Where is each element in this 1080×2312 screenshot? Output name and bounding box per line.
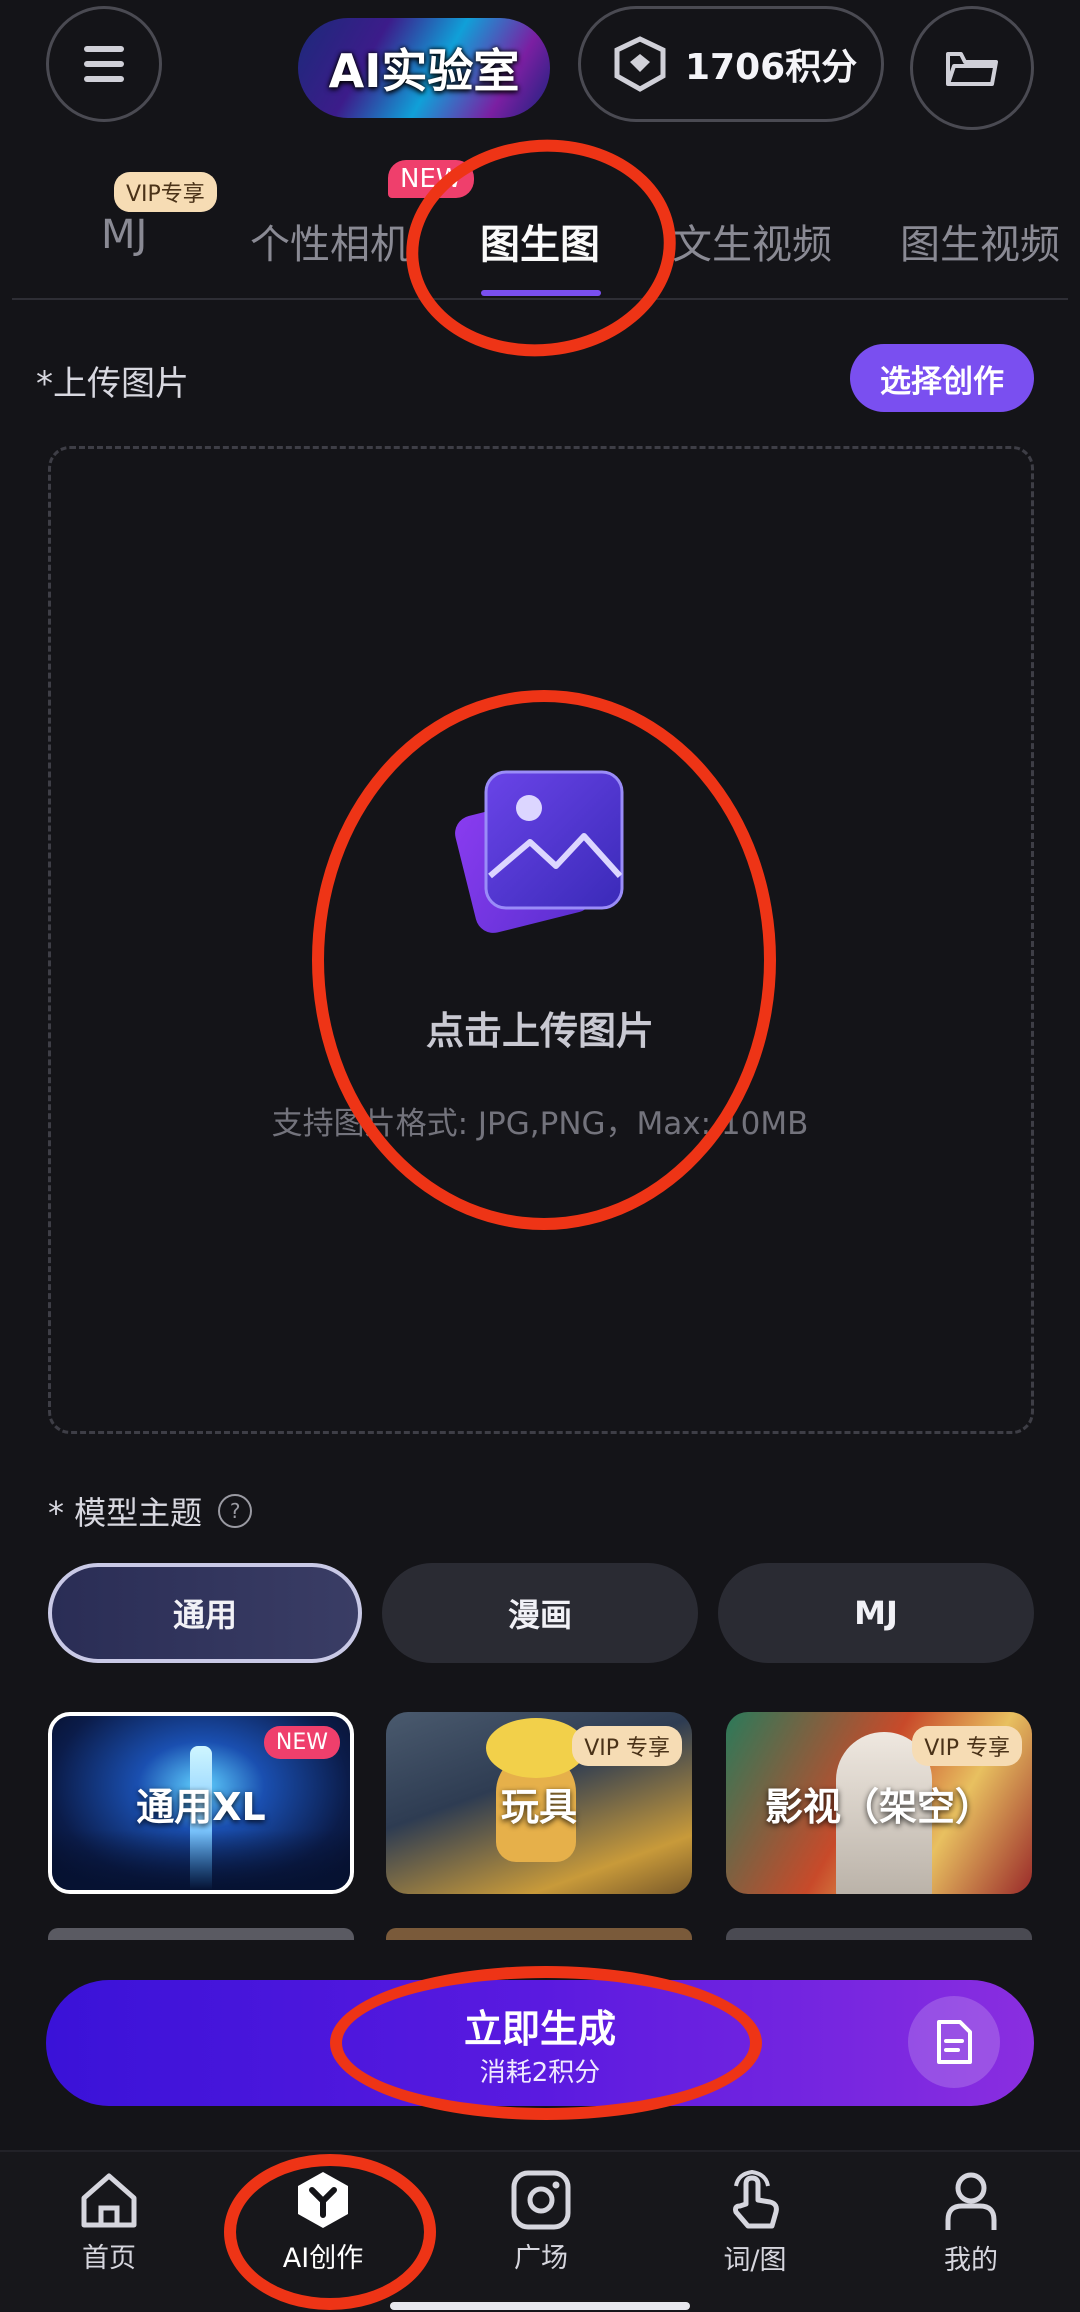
new-badge: NEW	[263, 1726, 340, 1759]
menu-button[interactable]	[46, 6, 162, 122]
generate-button[interactable]: 立即生成 消耗2积分	[46, 1980, 1034, 2106]
nav-home[interactable]: 首页	[34, 2170, 184, 2275]
theme-option-mj[interactable]: MJ	[718, 1563, 1034, 1663]
model-theme-label: * 模型主题 ?	[48, 1488, 253, 1534]
tab-mj[interactable]: MJ	[101, 212, 147, 258]
model-card-toy[interactable]: 玩具 VIP 专享	[386, 1712, 692, 1894]
points-shield-icon	[614, 36, 666, 92]
tab-divider	[12, 298, 1068, 300]
home-indicator	[390, 2302, 690, 2310]
touch-icon	[733, 2170, 779, 2229]
folder-button[interactable]	[910, 6, 1034, 130]
upload-section-label: *上传图片	[36, 364, 189, 404]
task-list-button[interactable]	[908, 1996, 1000, 2088]
nav-word-image-label: 词/图	[723, 2245, 787, 2276]
nav-ai-create-label: AI创作	[282, 2243, 364, 2274]
choose-creation-button[interactable]: 选择创作	[850, 344, 1034, 412]
tab-personal-camera[interactable]: 个性相机	[250, 212, 410, 270]
model-card-partial[interactable]	[48, 1928, 354, 1940]
points-label: 1706积分	[685, 47, 858, 88]
upload-prompt: 点击上传图片	[425, 1009, 654, 1053]
generate-title: 立即生成	[463, 2007, 616, 2051]
nav-profile-label: 我的	[944, 2245, 998, 2276]
nav-home-label: 首页	[82, 2243, 136, 2274]
tab-text-to-video[interactable]: 文生视频	[672, 212, 832, 270]
active-tab-indicator	[481, 290, 601, 296]
theme-option-general[interactable]: 通用	[48, 1563, 362, 1663]
upload-format-hint: 支持图片格式: JPG,PNG，Max: 10MB	[271, 1106, 809, 1142]
model-card-row-2	[48, 1928, 1034, 1940]
profile-icon	[945, 2172, 997, 2230]
ai-create-icon	[298, 2172, 348, 2228]
model-card-partial[interactable]	[726, 1928, 1032, 1940]
image-upload-icon	[455, 770, 624, 933]
generate-cost: 消耗2积分	[479, 2058, 601, 2088]
document-icon	[937, 2020, 972, 2064]
square-icon	[511, 2170, 571, 2230]
nav-ai-create[interactable]: AI创作	[248, 2170, 398, 2275]
model-card-general-xl[interactable]: 通用XL NEW	[48, 1712, 354, 1894]
ai-lab-logo[interactable]: AI实验室	[298, 18, 550, 118]
nav-square-label: 广场	[514, 2243, 568, 2274]
model-card-partial[interactable]	[386, 1928, 692, 1940]
new-badge: NEW	[388, 160, 474, 198]
logo-text: AI实验室	[328, 44, 520, 98]
folder-icon	[946, 52, 998, 86]
points-button[interactable]: 1706积分	[578, 6, 884, 122]
vip-badge: VIP 专享	[572, 1726, 682, 1766]
model-card-film-fantasy[interactable]: 影视（架空） VIP 专享	[726, 1712, 1032, 1894]
nav-word-image[interactable]: 词/图	[680, 2170, 830, 2277]
theme-option-comic[interactable]: 漫画	[382, 1563, 698, 1663]
vip-badge: VIP专享	[114, 172, 217, 212]
home-icon	[81, 2173, 137, 2228]
nav-square[interactable]: 广场	[466, 2170, 616, 2275]
vip-badge: VIP 专享	[912, 1726, 1022, 1766]
tab-image-to-image[interactable]: 图生图	[480, 212, 600, 270]
nav-profile[interactable]: 我的	[896, 2170, 1046, 2277]
tab-image-to-video[interactable]: 图生视频	[900, 212, 1060, 270]
menu-icon	[84, 46, 124, 82]
help-icon[interactable]: ?	[218, 1494, 253, 1528]
